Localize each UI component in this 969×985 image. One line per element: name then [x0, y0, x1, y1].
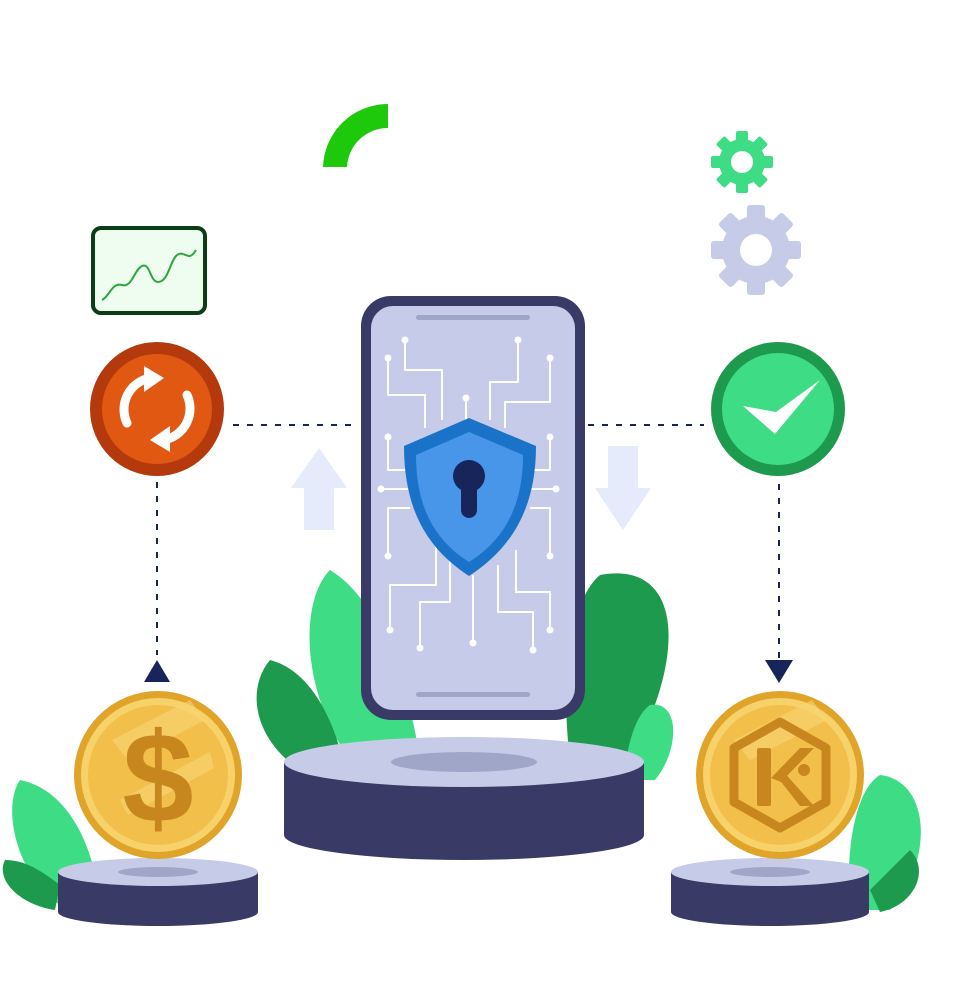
soft-arrow-up-icon	[291, 448, 347, 530]
center-pedestal	[284, 737, 644, 860]
large-gear-icon	[711, 205, 801, 295]
left-pedestal	[58, 858, 258, 926]
secure-exchange-illustration: $	[2, 103, 921, 926]
kucoin-coin-icon	[696, 691, 864, 859]
dollar-coin-icon: $	[74, 691, 242, 859]
chart-card-icon	[91, 226, 207, 315]
dollar-symbol: $	[122, 707, 193, 850]
small-gear-icon	[711, 131, 773, 193]
soft-arrow-down-icon	[595, 446, 651, 530]
phone	[361, 296, 585, 720]
right-pedestal	[671, 858, 869, 926]
check-badge	[711, 342, 845, 476]
sync-badge	[90, 342, 224, 476]
illustration-stage: $	[0, 0, 969, 985]
arrow-up-icon	[144, 660, 170, 682]
progress-arc-icon	[323, 103, 388, 167]
arrow-down-icon	[765, 660, 793, 683]
